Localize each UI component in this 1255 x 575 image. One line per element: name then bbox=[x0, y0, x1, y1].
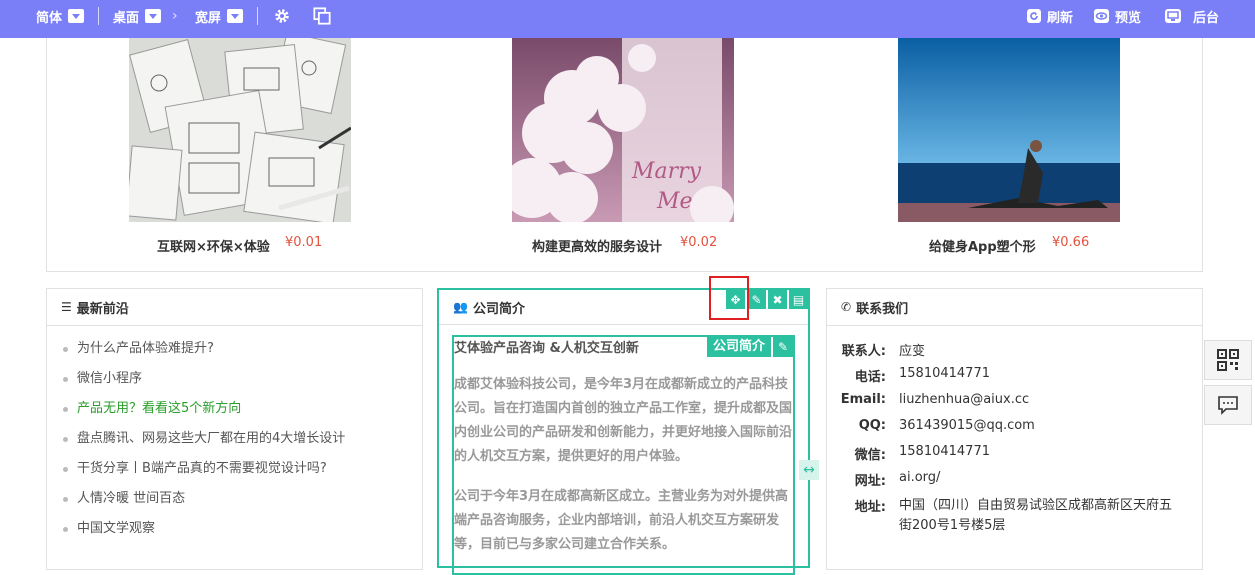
contact-value[interactable]: ai.org/ bbox=[899, 470, 940, 485]
svg-text:Me: Me bbox=[656, 189, 693, 214]
divider bbox=[98, 7, 99, 25]
preview-label: 预览 bbox=[1115, 10, 1142, 26]
contact-value: 15810414771 bbox=[899, 366, 990, 381]
product-price-2: ¥0.02 bbox=[680, 235, 718, 250]
product-image-1[interactable] bbox=[125, 31, 352, 225]
top-toolbar: 简体 桌面 › 宽屏 刷新 预览 后台 bbox=[0, 0, 1255, 38]
list-item[interactable]: 产品无用？看看这5个新方向 bbox=[63, 394, 422, 424]
contact-key: 微信: bbox=[854, 448, 886, 463]
gear-icon bbox=[275, 9, 289, 23]
module-tag: 公司简介 ✎ bbox=[706, 337, 793, 357]
width-label: 宽屏 bbox=[195, 10, 222, 26]
copy-button[interactable] bbox=[313, 0, 331, 32]
view-label: 桌面 bbox=[113, 10, 140, 26]
list-item[interactable]: 人情冷暖 世间百态 bbox=[63, 484, 422, 514]
phone-icon: ✆ bbox=[841, 300, 852, 314]
users-icon: 👥 bbox=[453, 300, 468, 314]
chevron-down-icon bbox=[227, 9, 244, 23]
dashboard-icon bbox=[1165, 9, 1181, 23]
lang-dropdown[interactable]: 简体 bbox=[36, 0, 85, 32]
highlight-frame bbox=[709, 276, 749, 320]
product-price-3: ¥0.66 bbox=[1052, 235, 1090, 250]
resize-handle-icon[interactable]: ↔ bbox=[799, 460, 819, 480]
list-item[interactable]: 中国文学观察 bbox=[63, 514, 422, 544]
product-image-2[interactable]: Marry Me bbox=[502, 38, 734, 230]
message-button[interactable] bbox=[1204, 385, 1252, 425]
list-item[interactable]: 为什么产品体验难提升? bbox=[63, 334, 422, 364]
copy-icon bbox=[313, 7, 331, 25]
width-dropdown[interactable]: 宽屏 bbox=[195, 0, 244, 32]
intro-title: 公司简介 bbox=[472, 301, 525, 317]
news-panel: ☰ 最新前沿 为什么产品体验难提升? 微信小程序 产品无用？看看这5个新方向 盘… bbox=[46, 288, 423, 570]
qrcode-icon bbox=[1217, 349, 1239, 371]
product-image-3[interactable] bbox=[898, 38, 1120, 222]
settings-button[interactable] bbox=[273, 0, 291, 32]
list-settings-icon[interactable]: ▤ bbox=[789, 290, 808, 309]
svg-text:Marry: Marry bbox=[631, 159, 702, 184]
chevron-down-icon bbox=[68, 9, 85, 23]
refresh-icon bbox=[1027, 9, 1041, 23]
product-name-3[interactable]: 给健身App塑个形 bbox=[929, 236, 1036, 255]
qrcode-button[interactable] bbox=[1204, 340, 1252, 380]
product-name-1[interactable]: 互联网×环保×体验 bbox=[157, 236, 270, 255]
contact-key: Email: bbox=[840, 392, 886, 407]
contact-value: 中国（四川）自由贸易试验区成都高新区天府五街200号1号楼5层 bbox=[899, 498, 1173, 533]
intro-paragraph-1: 成都艾体验科技公司，是今年3月在成都新成立的产品科技公司。旨在打造国内首创的独立… bbox=[454, 377, 793, 464]
lang-label: 简体 bbox=[36, 10, 63, 26]
pencil-icon[interactable]: ✎ bbox=[747, 290, 766, 309]
list-item[interactable]: 微信小程序 bbox=[63, 364, 422, 394]
view-dropdown[interactable]: 桌面 bbox=[113, 0, 162, 32]
news-title: 最新前沿 bbox=[76, 301, 129, 317]
intro-heading: 艾体验产品咨询 &人机交互创新 bbox=[454, 341, 639, 356]
refresh-label: 刷新 bbox=[1047, 10, 1074, 26]
refresh-button[interactable]: 刷新 bbox=[1027, 0, 1073, 32]
contact-value: 361439015@qq.com bbox=[899, 418, 1035, 433]
contact-value: 15810414771 bbox=[899, 444, 990, 459]
contact-key: QQ: bbox=[858, 418, 886, 433]
contact-key: 电话: bbox=[854, 370, 886, 385]
chat-icon bbox=[1218, 396, 1238, 415]
news-list: 为什么产品体验难提升? 微信小程序 产品无用？看看这5个新方向 盘点腾讯、网易这… bbox=[47, 326, 422, 544]
admin-button[interactable]: 后台 bbox=[1165, 0, 1219, 32]
module-tag-label: 公司简介 bbox=[706, 337, 771, 357]
contact-value: 应变 bbox=[899, 344, 926, 359]
chevron-right-icon: › bbox=[172, 8, 178, 24]
preview-button[interactable]: 预览 bbox=[1094, 0, 1141, 32]
intro-paragraph-2: 公司于今年3月在成都高新区成立。主营业务为对外提供高端产品咨询服务，企业内部培训… bbox=[454, 489, 789, 552]
contact-key: 网址: bbox=[854, 474, 886, 489]
contact-value[interactable]: liuzhenhua@aiux.cc bbox=[899, 392, 1029, 407]
product-price-1: ¥0.01 bbox=[285, 235, 323, 250]
product-name-2[interactable]: 构建更高效的服务设计 bbox=[532, 236, 662, 255]
contact-title: 联系我们 bbox=[856, 301, 909, 317]
news-header: ☰ 最新前沿 bbox=[47, 289, 422, 326]
contact-key: 联系人: bbox=[841, 344, 886, 359]
list-icon: ☰ bbox=[61, 300, 72, 314]
list-item[interactable]: 干货分享丨B端产品真的不需要视觉设计吗? bbox=[63, 454, 422, 484]
pencil-icon[interactable]: ✎ bbox=[773, 337, 793, 357]
close-icon[interactable]: ✖ bbox=[768, 290, 787, 309]
admin-label: 后台 bbox=[1193, 10, 1220, 26]
eye-icon bbox=[1094, 9, 1109, 23]
list-item[interactable]: 盘点腾讯、网易这些大厂都在用的4大增长设计 bbox=[63, 424, 422, 454]
divider bbox=[257, 7, 258, 25]
chevron-down-icon bbox=[145, 9, 162, 23]
contact-key: 地址: bbox=[854, 500, 886, 515]
contact-header: ✆ 联系我们 bbox=[827, 289, 1202, 326]
